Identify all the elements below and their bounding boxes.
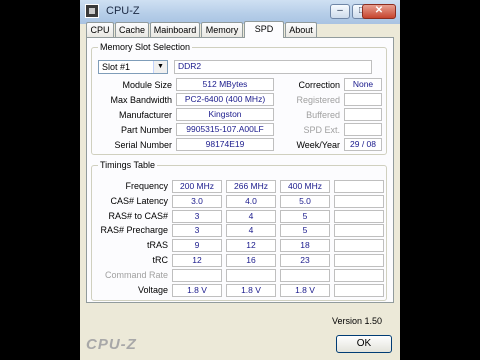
slot-select-value: Slot #1	[102, 62, 131, 72]
ras-precharge-value-4	[334, 224, 384, 238]
frequency-value-1: 200 MHz	[172, 180, 222, 193]
command-rate-label: Command Rate	[104, 269, 168, 280]
ras-to-cas-value-1: 3	[172, 209, 222, 223]
voltage-value-3: 1.8 V	[280, 283, 330, 297]
cas-latency-value-4	[334, 194, 384, 208]
tab-cache[interactable]: Cache	[115, 22, 149, 37]
cas-latency-value-1: 3.0	[172, 194, 222, 208]
memory-slot-selection-group: Memory Slot Selection Slot #1 ▼ DDR2 Mod…	[91, 42, 387, 155]
manufacturer-label: Manufacturer	[118, 110, 172, 120]
memory-slot-selection-legend: Memory Slot Selection	[98, 42, 193, 52]
memory-type-field: DDR2	[174, 60, 372, 74]
cas-latency-label: CAS# Latency	[110, 195, 168, 206]
cas-latency-value-3: 5.0	[280, 194, 330, 208]
voltage-value-1: 1.8 V	[172, 283, 222, 297]
correction-value: None	[344, 78, 382, 91]
title-bar[interactable]: CPU-Z – □ ✕	[80, 0, 400, 24]
serial-number-label: Serial Number	[114, 140, 172, 150]
module-size-label: Module Size	[122, 80, 172, 90]
cpuz-window: CPU-Z – □ ✕ CPU Cache Mainboard Memory S…	[80, 0, 400, 360]
tras-value-3: 18	[280, 239, 330, 253]
ras-precharge-value-2: 4	[226, 224, 276, 238]
tras-value-2: 12	[226, 239, 276, 253]
ras-to-cas-value-2: 4	[226, 209, 276, 223]
tab-mainboard[interactable]: Mainboard	[150, 22, 200, 37]
window-title: CPU-Z	[106, 5, 140, 17]
version-label: Version 1.50	[331, 316, 382, 326]
tras-value-1: 9	[172, 239, 222, 253]
module-size-value: 512 MBytes	[176, 78, 274, 91]
ras-to-cas-value-3: 5	[280, 209, 330, 223]
tras-value-4	[334, 239, 384, 253]
max-bandwidth-value: PC2-6400 (400 MHz)	[176, 93, 274, 106]
spd-panel: Memory Slot Selection Slot #1 ▼ DDR2 Mod…	[86, 37, 394, 303]
tab-cpu[interactable]: CPU	[86, 22, 114, 37]
command-rate-value-3	[280, 268, 330, 282]
trc-value-1: 12	[172, 254, 222, 267]
cas-latency-value-2: 4.0	[226, 194, 276, 208]
voltage-value-2: 1.8 V	[226, 283, 276, 297]
frequency-value-2: 266 MHz	[226, 180, 276, 193]
week-year-value: 29 / 08	[344, 138, 382, 151]
buffered-label: Buffered	[306, 110, 340, 120]
slot-select[interactable]: Slot #1 ▼	[98, 60, 168, 74]
manufacturer-value: Kingston	[176, 108, 274, 121]
tab-memory[interactable]: Memory	[201, 22, 243, 37]
timings-table-group: Timings Table Frequency 200 MHz 266 MHz 400…	[91, 160, 387, 301]
week-year-label: Week/Year	[296, 140, 340, 150]
ras-to-cas-label: RAS# to CAS#	[108, 210, 168, 221]
serial-number-value: 98174E19	[176, 138, 274, 151]
chevron-down-icon[interactable]: ▼	[153, 61, 167, 73]
ras-precharge-value-3: 5	[280, 224, 330, 238]
trc-label: tRC	[152, 255, 169, 265]
part-number-label: Part Number	[120, 125, 172, 135]
trc-value-3: 23	[280, 254, 330, 267]
voltage-value-4	[334, 283, 384, 297]
voltage-label: Voltage	[137, 284, 168, 295]
correction-label: Correction	[298, 80, 340, 90]
tab-about[interactable]: About	[285, 22, 317, 37]
trc-value-2: 16	[226, 254, 276, 267]
frequency-label: Frequency	[125, 181, 168, 191]
minimize-button[interactable]: –	[330, 4, 350, 19]
command-rate-value-1	[172, 268, 222, 282]
ok-button[interactable]: OK	[336, 335, 392, 353]
buffered-value	[344, 108, 382, 121]
frequency-value-4	[334, 180, 384, 193]
registered-label: Registered	[296, 95, 340, 105]
timings-table-legend: Timings Table	[98, 160, 158, 170]
registered-value	[344, 93, 382, 106]
max-bandwidth-label: Max Bandwidth	[110, 95, 172, 105]
command-rate-value-2	[226, 268, 276, 282]
cpuz-app-icon	[85, 4, 99, 18]
ras-precharge-value-1: 3	[172, 224, 222, 238]
part-number-value: 9905315-107.A00LF	[176, 123, 274, 136]
frequency-value-3: 400 MHz	[280, 180, 330, 193]
close-button[interactable]: ✕	[362, 4, 396, 19]
trc-value-4	[334, 254, 384, 267]
tab-spd[interactable]: SPD	[244, 21, 284, 38]
ras-precharge-label: RAS# Precharge	[100, 225, 168, 236]
command-rate-value-4	[334, 268, 384, 282]
ras-to-cas-value-4	[334, 209, 384, 223]
spd-ext-value	[344, 123, 382, 136]
cpuz-brand-logo: CPU-Z	[86, 336, 137, 353]
spd-ext-label: SPD Ext.	[303, 125, 340, 135]
tras-label: tRAS	[146, 240, 168, 251]
